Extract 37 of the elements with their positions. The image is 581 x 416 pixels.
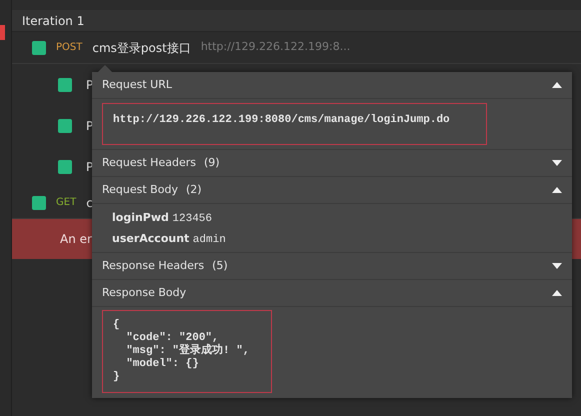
- request-url-text: http://129.226.122.199:8080/cms/manage/loginJump.do: [102, 103, 487, 145]
- response-body-text: { "code": "200", "msg": "登录成功! ", "model": {} }: [102, 310, 272, 393]
- section-title: Request URL: [102, 78, 172, 91]
- section-count: (2): [186, 182, 202, 196]
- section-count: (9): [204, 156, 220, 169]
- section-header[interactable]: Request URL: [92, 72, 572, 99]
- section-header[interactable]: Response Body: [92, 280, 572, 307]
- iteration-header[interactable]: Iteration 1: [12, 10, 581, 32]
- section-count: (5): [212, 258, 228, 272]
- section-header[interactable]: Request Body (2): [92, 177, 572, 204]
- request-name[interactable]: c: [86, 194, 93, 212]
- method-label: GET: [56, 196, 76, 210]
- section-title: Response Headers: [102, 258, 204, 272]
- param-key: loginPwd: [112, 211, 169, 224]
- status-square: [58, 118, 72, 132]
- error-text: An er: [60, 231, 92, 248]
- section-header[interactable]: Response Headers (5): [92, 253, 572, 280]
- section-title: Request Body: [102, 182, 178, 196]
- error-marker: [0, 25, 5, 40]
- status-square: [32, 196, 46, 210]
- caret-icon: [552, 82, 562, 88]
- request-name[interactable]: cms登录post接口: [92, 38, 191, 56]
- param-value: admin: [192, 234, 226, 246]
- param-key: userAccount: [112, 232, 190, 245]
- caret-icon: [552, 160, 562, 166]
- method-label: POST: [56, 41, 82, 55]
- status-square: [58, 78, 72, 92]
- caret-icon: [552, 187, 562, 193]
- status-square: [32, 40, 46, 54]
- status-square: [58, 160, 72, 174]
- caret-icon: [552, 263, 562, 269]
- section-title: Response Body: [102, 286, 186, 299]
- param-value: 123456: [172, 213, 212, 225]
- request-url: http://129.226.122.199:8...: [200, 39, 350, 56]
- section-header[interactable]: Request Headers (9): [92, 150, 572, 177]
- section-title: Request Headers: [102, 156, 196, 169]
- caret-icon: [552, 290, 562, 296]
